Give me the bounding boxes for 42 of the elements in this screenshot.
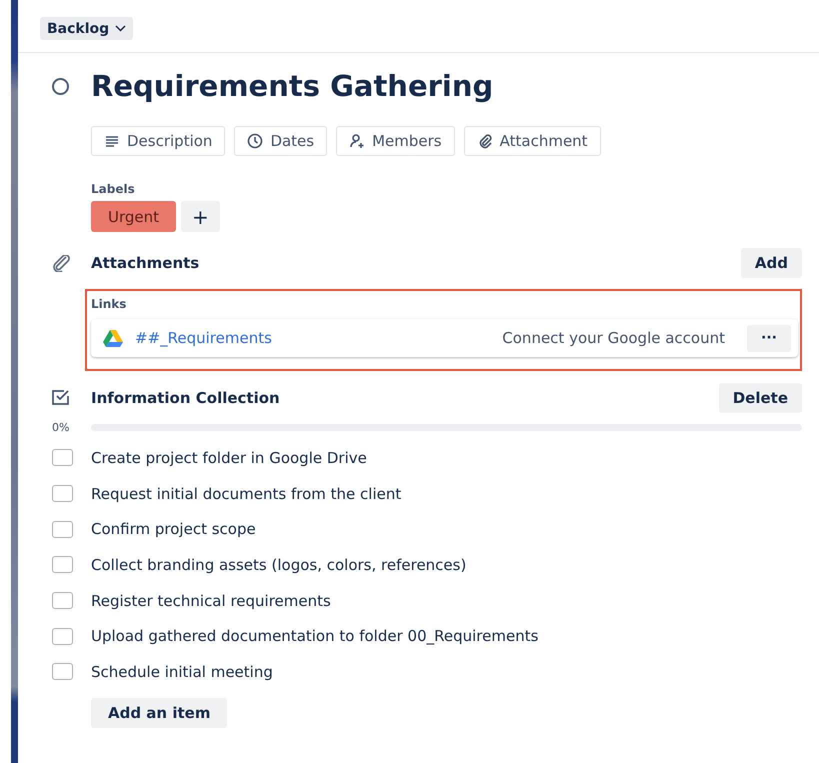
checkbox[interactable] [52,592,73,610]
checkbox[interactable] [52,556,73,574]
delete-button[interactable]: Delete [718,383,802,413]
action-button[interactable]: Members [336,126,455,156]
clock-icon [247,133,264,149]
add-person-icon [349,133,366,149]
paperclip-icon [476,133,493,149]
labels-heading: Labels [91,182,136,196]
list-dropdown[interactable]: Backlog [40,17,134,40]
lines-icon [104,133,120,149]
checkbox[interactable] [52,663,73,680]
section-title: Attachments [91,254,200,272]
checklist-item: Schedule initial meeting [91,662,273,681]
link-note: Connect your Google account [502,329,725,347]
checklist-item: Register technical requirements [91,592,331,610]
chevron-down-icon [115,25,126,32]
drive-icon [103,330,123,346]
add-label-button[interactable]: + [181,201,220,232]
checklist-item: Upload gathered documentation to folder 00_Requirements [91,627,538,646]
add-attachment-button[interactable]: Add [740,248,802,278]
progress-percent: 0% [52,421,70,434]
checkbox[interactable] [52,485,73,502]
checklist-item: Confirm project scope [91,520,256,538]
checkbox[interactable] [52,628,73,645]
paperclip-icon [52,254,71,272]
checkbox[interactable] [52,520,73,538]
more-button[interactable]: ··· [747,324,791,352]
checkbox-icon [52,390,70,406]
links-heading: Links [91,297,128,311]
action-button[interactable]: Attachment [464,126,601,156]
checklist-item: Collect branding assets (logos, colors, references) [91,556,466,574]
card-title: Requirements Gathering [91,69,494,103]
label-chip[interactable]: Urgent [91,201,176,232]
action-button[interactable]: Dates [234,126,328,156]
checklist-item: Create project folder in Google Drive [91,448,367,467]
add-item-button[interactable]: Add an item [91,698,228,728]
link[interactable]: ##_Requirements [135,329,502,347]
section-title: Information Collection [91,389,281,407]
checkbox[interactable] [52,449,73,466]
checklist-item: Request initial documents from the client [91,484,402,503]
complete-toggle[interactable] [52,78,69,94]
action-button[interactable]: Description [91,126,226,156]
